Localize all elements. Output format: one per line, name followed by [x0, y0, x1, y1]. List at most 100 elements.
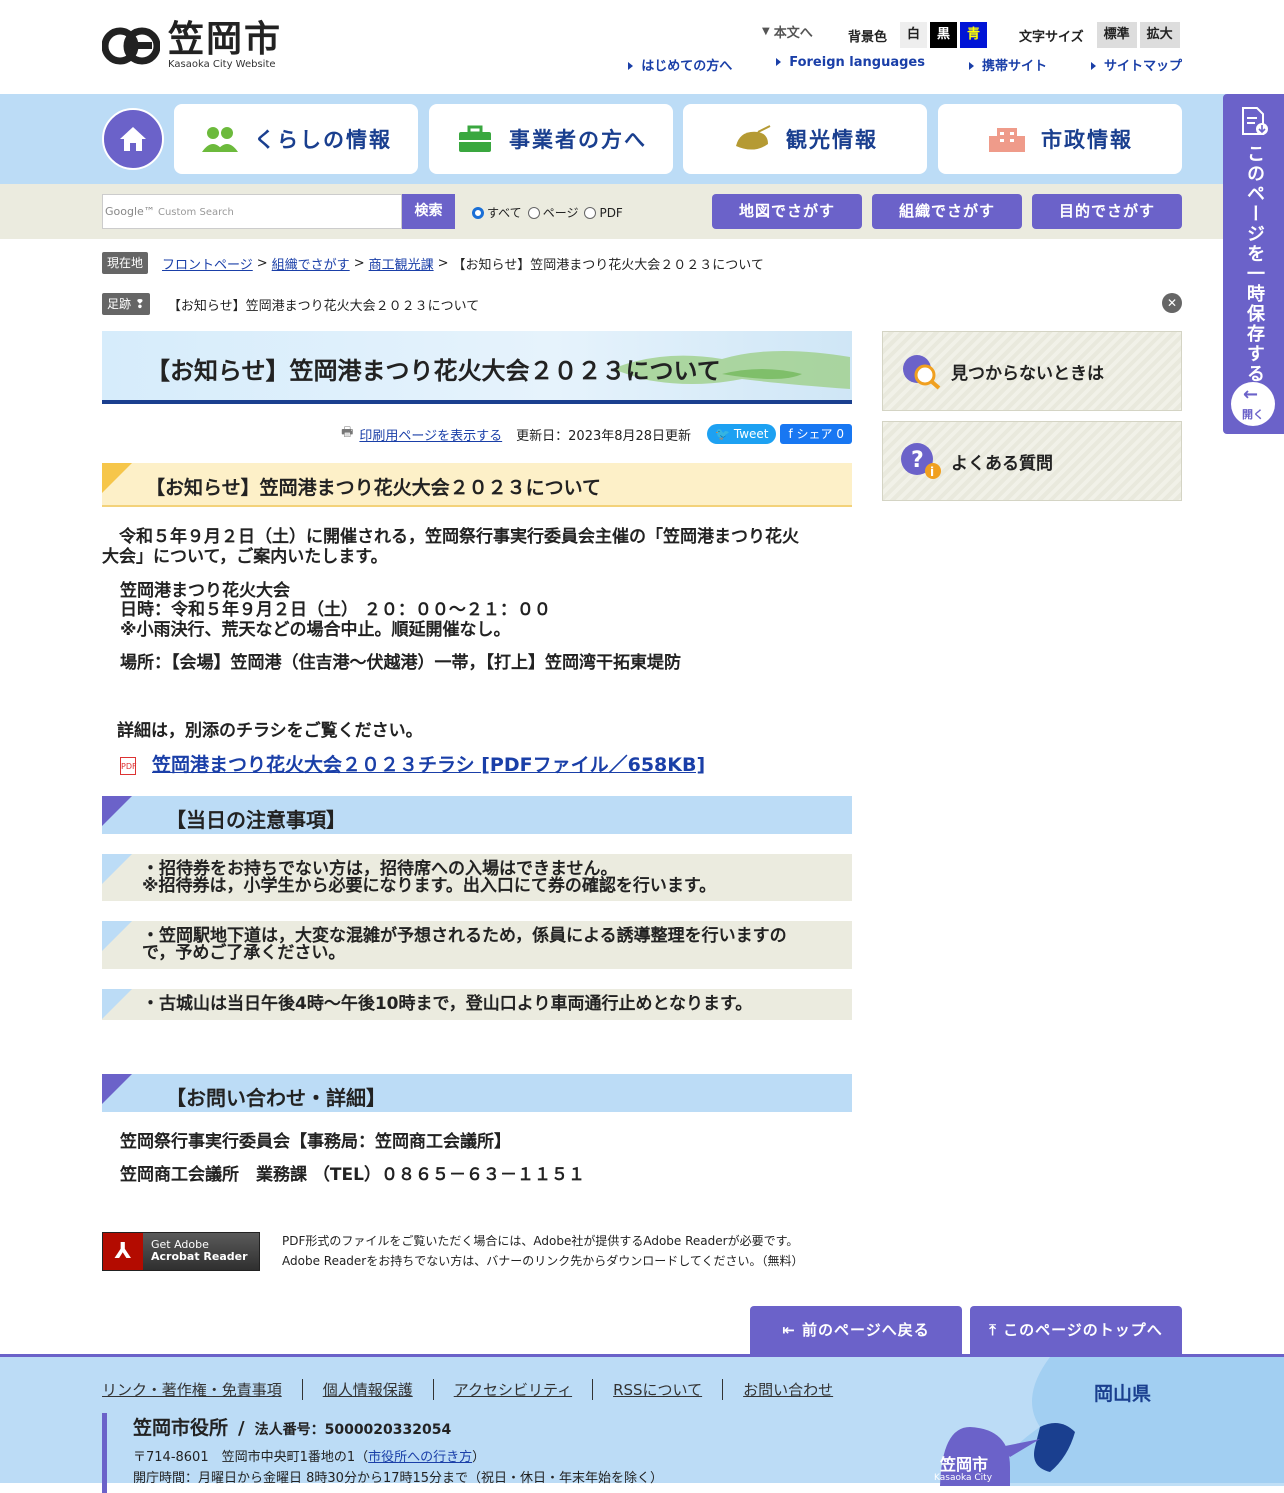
gnav-city-label: 市政情報: [1041, 128, 1133, 152]
sidebar-faq-label: よくある質問: [951, 453, 1053, 474]
svg-text:?: ?: [911, 448, 924, 473]
back-page-label: 前のページへ戻る: [802, 1321, 930, 1339]
adobe-reader-banner[interactable]: ⅄ Get Adobe Acrobat Reader: [102, 1232, 260, 1271]
footer-office-info: 笠岡市役所 / 法人番号：5000020332054 〒714-8601 笠岡市…: [102, 1413, 663, 1493]
contact-heading-text: 【お問い合わせ・詳細】: [166, 1086, 386, 1110]
main-content: 【お知らせ】笠岡港まつり花火大会２０２３について 🖶 印刷用ページを表示する 更…: [102, 331, 852, 1271]
tweet-button[interactable]: 🐦 Tweet: [707, 424, 777, 444]
city-emblem-icon: [102, 27, 160, 65]
footer-link-rss[interactable]: RSSについて: [592, 1379, 722, 1400]
radio-pdf[interactable]: [584, 206, 597, 219]
map-pref-label: 岡山県: [1094, 1383, 1152, 1405]
notice-corner: [102, 854, 132, 884]
office-hours: 開庁時間：月曜日から金曜日 8時30分から17時15分まで（祝日・休日・年末年始…: [133, 1471, 664, 1486]
footprint-icon: ❢: [134, 297, 145, 311]
notes-heading: 【当日の注意事項】: [102, 796, 852, 834]
footer-link-contact[interactable]: お問い合わせ: [722, 1379, 853, 1400]
details-text: 詳細は，別添のチラシをご覧ください。: [117, 721, 423, 741]
search-input[interactable]: Google™ Custom Search: [102, 194, 402, 229]
gnav-tourism[interactable]: 観光情報: [683, 104, 927, 174]
find-by-purpose-button[interactable]: 目的でさがす: [1032, 194, 1182, 229]
radio-page[interactable]: [527, 206, 540, 219]
find-by-org-button[interactable]: 組織でさがす: [872, 194, 1022, 229]
footprint-item[interactable]: 【お知らせ】笠岡港まつり花火大会２０２３について: [168, 295, 479, 314]
header-links: はじめての方へ Foreign languages 携帯サイト サイトマップ: [584, 55, 1182, 74]
down-arrow-icon: ▼: [762, 26, 770, 37]
bg-white-button[interactable]: 白: [900, 22, 928, 48]
printer-icon: 🖶: [341, 425, 354, 440]
find-by-map-button[interactable]: 地図でさがす: [712, 194, 862, 229]
site-footer: 岡山県 笠岡市 Kasaoka City リンク・著作権・免責事項 個人情報保護…: [0, 1354, 1284, 1493]
skip-link[interactable]: ▼ 本文へ: [762, 22, 813, 41]
page-top-button[interactable]: ⤒ このページのトップへ: [970, 1306, 1182, 1354]
font-standard-button[interactable]: 標準: [1096, 22, 1137, 48]
briefcase-icon: [459, 125, 491, 152]
notice-2: ・笠岡駅地下道は，大変な混雑が予想されるため，係員による誘導整理を行いますの で…: [102, 921, 852, 969]
bg-black-button[interactable]: 黒: [930, 22, 958, 48]
gnav-city[interactable]: 市政情報: [938, 104, 1182, 174]
footer-link-legal[interactable]: リンク・著作権・免責事項: [102, 1379, 302, 1400]
header-link-mobile[interactable]: 携帯サイト: [969, 55, 1047, 74]
bg-blue-button[interactable]: 青: [960, 22, 988, 48]
sidebar-not-found[interactable]: 見つからないときは: [882, 331, 1182, 411]
radio-all-label: すべて: [487, 206, 522, 220]
address-text: 〒714-8601 笠岡市中央町1番地の1（: [133, 1450, 369, 1465]
breadcrumb-separator: >: [256, 255, 268, 271]
footer-link-privacy[interactable]: 個人情報保護: [301, 1379, 433, 1400]
notice-corner: [102, 921, 132, 951]
home-icon: [120, 127, 146, 151]
office-name: 笠岡市役所: [133, 1417, 229, 1439]
facebook-share-button[interactable]: f シェア 0: [780, 424, 852, 444]
home-button[interactable]: [102, 108, 164, 170]
facebook-icon: f: [788, 427, 793, 441]
tweet-label: Tweet: [733, 427, 769, 441]
sidebar-faq[interactable]: ? i よくある質問: [882, 421, 1182, 501]
gnav-living[interactable]: くらしの情報: [174, 104, 418, 174]
adobe-text-2: Adobe Readerをお持ちでない方は、バナーのリンク先からダウンロードして…: [282, 1254, 804, 1268]
breadcrumb-link-front[interactable]: フロントページ: [162, 254, 253, 273]
breadcrumb-link-dept[interactable]: 商工観光課: [369, 254, 434, 273]
directions-link[interactable]: 市役所への行き方: [368, 1450, 472, 1465]
facebook-share-label: シェア 0: [796, 427, 844, 441]
radio-all[interactable]: [472, 206, 484, 219]
open-saved-button[interactable]: ← 開く: [1231, 382, 1275, 426]
search-placeholder: Custom Search: [157, 207, 234, 218]
page-title-box: 【お知らせ】笠岡港まつり花火大会２０２３について: [102, 331, 852, 404]
office-address: 〒714-8601 笠岡市中央町1番地の1（市役所への行き方）: [133, 1446, 663, 1465]
breadcrumb-tag: 現在地: [102, 252, 149, 274]
back-page-button[interactable]: ⇤ 前のページへ戻る: [750, 1306, 962, 1354]
print-link[interactable]: 印刷用ページを表示する: [359, 425, 502, 444]
site-logo[interactable]: 笠岡市 Kasaoka City Website: [102, 20, 282, 72]
section-heading-text: 【お知らせ】笠岡港まつり花火大会２０２３について: [146, 477, 602, 499]
header-link-foreign[interactable]: Foreign languages: [776, 55, 925, 74]
event-note: ※小雨決行、荒天などの場合中止。順延開催なし。: [120, 620, 511, 640]
header-link-sitemap[interactable]: サイトマップ: [1091, 55, 1182, 74]
footer-link-accessibility[interactable]: アクセシビリティ: [432, 1379, 592, 1400]
notice-1: ・招待券をお持ちでない方は，招待席への入場はできません。 ※招待券は，小学生から…: [102, 854, 852, 901]
contact-line-1: 笠岡祭行事実行委員会【事務局：笠岡商工会議所】: [120, 1132, 511, 1152]
radio-page-label: ページ: [542, 206, 579, 220]
pdf-link-row: PDF 笠岡港まつり花火大会２０２３チラシ [PDFファイル／658KB]: [120, 755, 705, 775]
save-page-tab[interactable]: このページを一時保存する ← 開く: [1223, 94, 1284, 434]
page-top-label: このページのトップへ: [1003, 1321, 1163, 1339]
font-large-button[interactable]: 拡大: [1139, 22, 1180, 48]
article-meta: 🖶 印刷用ページを表示する 更新日：2023年8月28日更新 🐦 Tweet f…: [341, 423, 852, 445]
breadcrumb-link-org[interactable]: 組織でさがす: [272, 254, 350, 273]
pdf-flyer-link[interactable]: 笠岡港まつり花火大会２０２３チラシ [PDFファイル／658KB]: [152, 754, 705, 776]
open-saved-label: 開く: [1242, 408, 1264, 421]
logo-subtitle: Kasaoka City Website: [168, 59, 276, 70]
radio-pdf-label: PDF: [599, 205, 623, 220]
adobe-text-1: PDF形式のファイルをご覧いただく場合には、Adobe社が提供するAdobe R…: [282, 1234, 799, 1248]
corp-number: 法人番号：5000020332054: [254, 1422, 452, 1438]
gnav-business[interactable]: 事業者の方へ: [429, 104, 673, 174]
close-icon[interactable]: ✕: [1162, 293, 1182, 313]
office-slash: /: [238, 1418, 245, 1439]
back-arrow-icon: ←: [1243, 384, 1259, 405]
header-link-beginners[interactable]: はじめての方へ: [628, 55, 732, 74]
save-page-label: このページを一時保存する: [1244, 144, 1265, 384]
breadcrumb-separator: >: [353, 255, 365, 271]
address-close: ）: [472, 1450, 486, 1465]
back-page-icon: ⇤: [782, 1321, 803, 1339]
search-button[interactable]: 検索: [402, 194, 455, 229]
search-scope-options: すべて ページ PDF: [472, 204, 623, 221]
